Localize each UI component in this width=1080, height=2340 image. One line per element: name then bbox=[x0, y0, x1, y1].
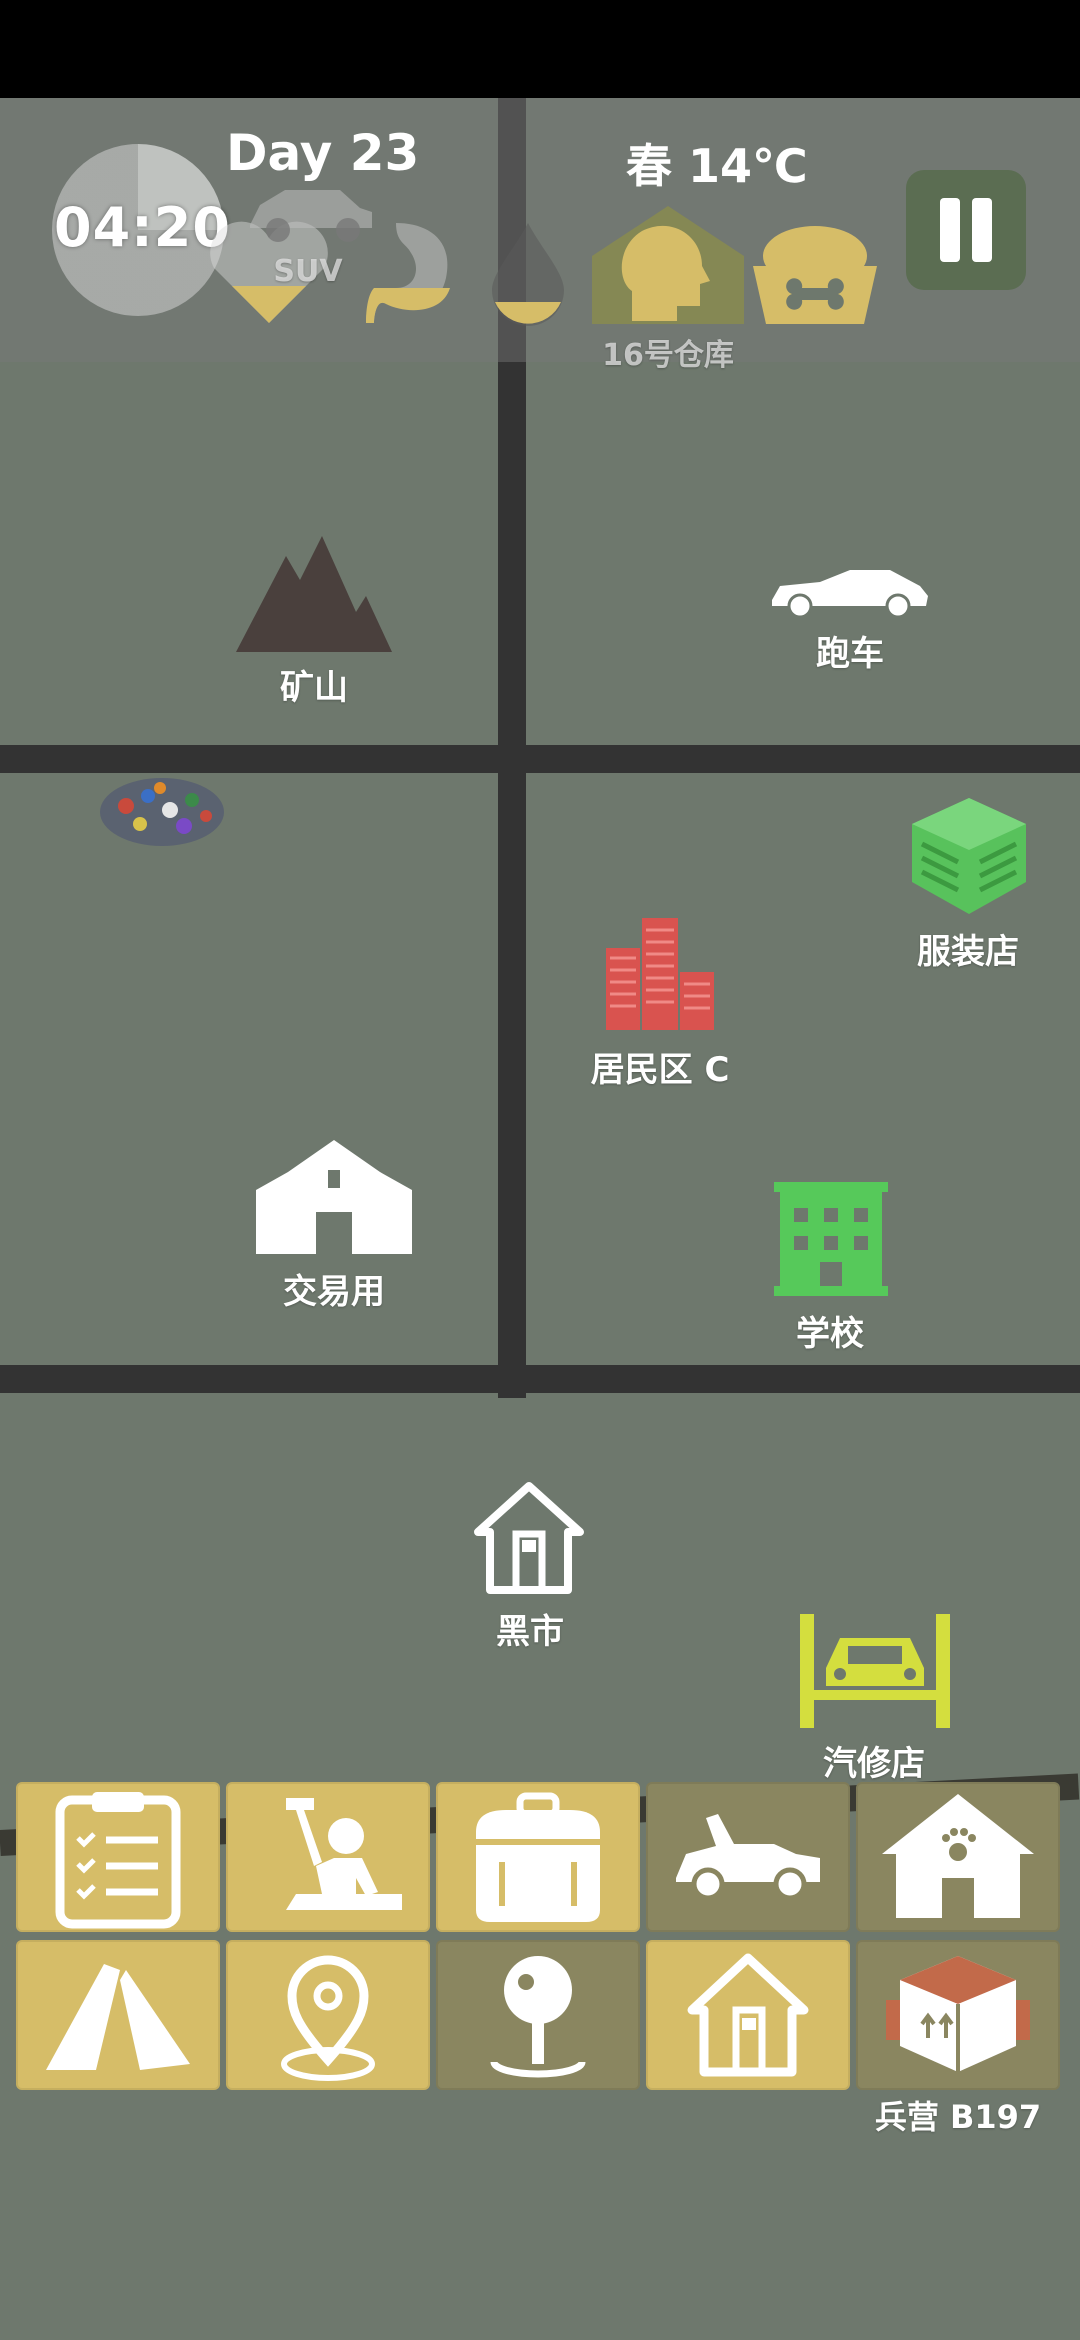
barracks-supply-button[interactable] bbox=[856, 1940, 1060, 2090]
tasks-button[interactable] bbox=[16, 1782, 220, 1932]
status-bar bbox=[0, 0, 1080, 98]
backpack-icon bbox=[476, 1792, 600, 1922]
pause-button[interactable] bbox=[906, 170, 1026, 290]
home-base-label: 16号仓库 bbox=[602, 338, 734, 373]
clothing-store-label: 服装店 bbox=[917, 932, 1019, 972]
black-market-label: 黑市 bbox=[496, 1612, 564, 1652]
car-trunk-icon bbox=[676, 1814, 820, 1901]
sports-car-label: 跑车 bbox=[816, 634, 884, 674]
home-icon bbox=[687, 1953, 809, 2077]
scrap-pile-icon[interactable] bbox=[96, 766, 228, 850]
barracks-label: 兵营 B197 bbox=[874, 2098, 1042, 2136]
mine-label: 矿山 bbox=[280, 668, 348, 708]
map-marker-button[interactable] bbox=[436, 1940, 640, 2090]
school-label: 学校 bbox=[796, 1314, 864, 1354]
water-drop-icon bbox=[492, 223, 564, 326]
map-pin-stand-icon bbox=[490, 1956, 586, 2078]
tent-icon bbox=[46, 1964, 190, 2070]
season-temperature: 春 14℃ bbox=[626, 139, 808, 193]
apartment-buildings-icon bbox=[606, 918, 714, 1030]
vehicle-suv-icon bbox=[250, 190, 372, 242]
vehicle-label: SUV bbox=[273, 254, 343, 289]
garage-label: 汽修店 bbox=[823, 1744, 925, 1784]
crafting-button[interactable] bbox=[226, 1782, 430, 1932]
supply-box-icon bbox=[886, 1956, 1030, 2072]
school-building-icon bbox=[774, 1182, 888, 1296]
pause-bar-right bbox=[972, 198, 992, 262]
pet-house-icon bbox=[882, 1794, 1034, 1918]
pet-food-bowl-icon bbox=[753, 226, 877, 324]
crafting-hammer-icon bbox=[286, 1798, 402, 1910]
mountain-icon bbox=[236, 536, 392, 652]
home-button[interactable] bbox=[646, 1940, 850, 2090]
car-trunk-button[interactable] bbox=[646, 1782, 850, 1932]
clothing-store-building-icon bbox=[912, 798, 1026, 914]
sports-car-icon bbox=[772, 570, 928, 618]
day-counter: Day 23 bbox=[226, 124, 420, 182]
car-lift-icon bbox=[800, 1614, 950, 1728]
sanity-head-icon bbox=[592, 206, 744, 324]
backpack-button[interactable] bbox=[436, 1782, 640, 1932]
location-button[interactable] bbox=[226, 1940, 430, 2090]
pet-house-button[interactable] bbox=[856, 1782, 1060, 1932]
road-horizontal-lower bbox=[0, 1365, 1080, 1393]
trade-label: 交易用 bbox=[283, 1272, 385, 1312]
location-pin-icon bbox=[281, 1955, 375, 2081]
pause-bar-left bbox=[940, 198, 960, 262]
clipboard-checklist-icon bbox=[55, 1792, 181, 1929]
residential-label: 居民区 C bbox=[590, 1050, 730, 1090]
barn-icon bbox=[256, 1140, 412, 1254]
hunger-stomach-icon bbox=[366, 223, 450, 323]
camp-button[interactable] bbox=[16, 1940, 220, 2090]
house-outline-icon bbox=[474, 1482, 584, 1594]
